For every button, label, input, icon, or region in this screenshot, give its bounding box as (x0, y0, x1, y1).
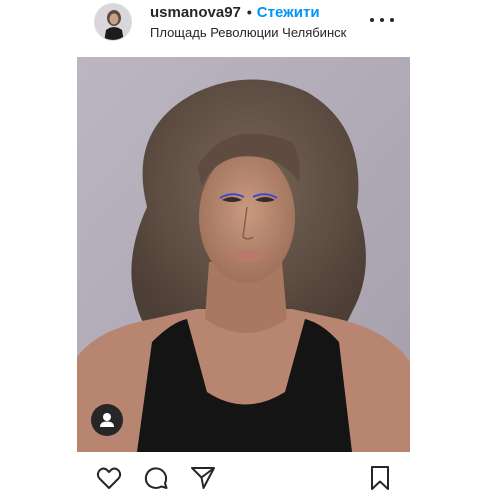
like-button[interactable] (95, 464, 123, 492)
separator-dot: • (246, 4, 252, 20)
dot-icon (390, 18, 394, 22)
comment-icon (144, 467, 168, 489)
dot-icon (380, 18, 384, 22)
username-link[interactable]: usmanova97 (150, 4, 241, 21)
heart-icon (96, 467, 122, 489)
user-tag-icon (100, 413, 114, 427)
action-bar (0, 458, 500, 496)
comment-button[interactable] (142, 464, 170, 492)
follow-button[interactable]: Стежити (257, 4, 320, 21)
user-line: usmanova97 • Стежити (150, 3, 320, 21)
dot-icon (370, 18, 374, 22)
bookmark-icon (371, 466, 389, 490)
post-header: usmanova97 • Стежити Площадь Революции Ч… (0, 0, 500, 52)
post-photo[interactable] (77, 57, 410, 452)
instagram-post: usmanova97 • Стежити Площадь Революции Ч… (0, 0, 500, 496)
more-options-icon[interactable] (370, 14, 394, 26)
tag-people-button[interactable] (91, 404, 123, 436)
share-button[interactable] (189, 464, 217, 492)
save-button[interactable] (366, 464, 394, 492)
avatar[interactable] (94, 3, 132, 41)
location-link[interactable]: Площадь Революции Челябинск (150, 25, 346, 40)
paper-plane-icon (191, 467, 215, 489)
